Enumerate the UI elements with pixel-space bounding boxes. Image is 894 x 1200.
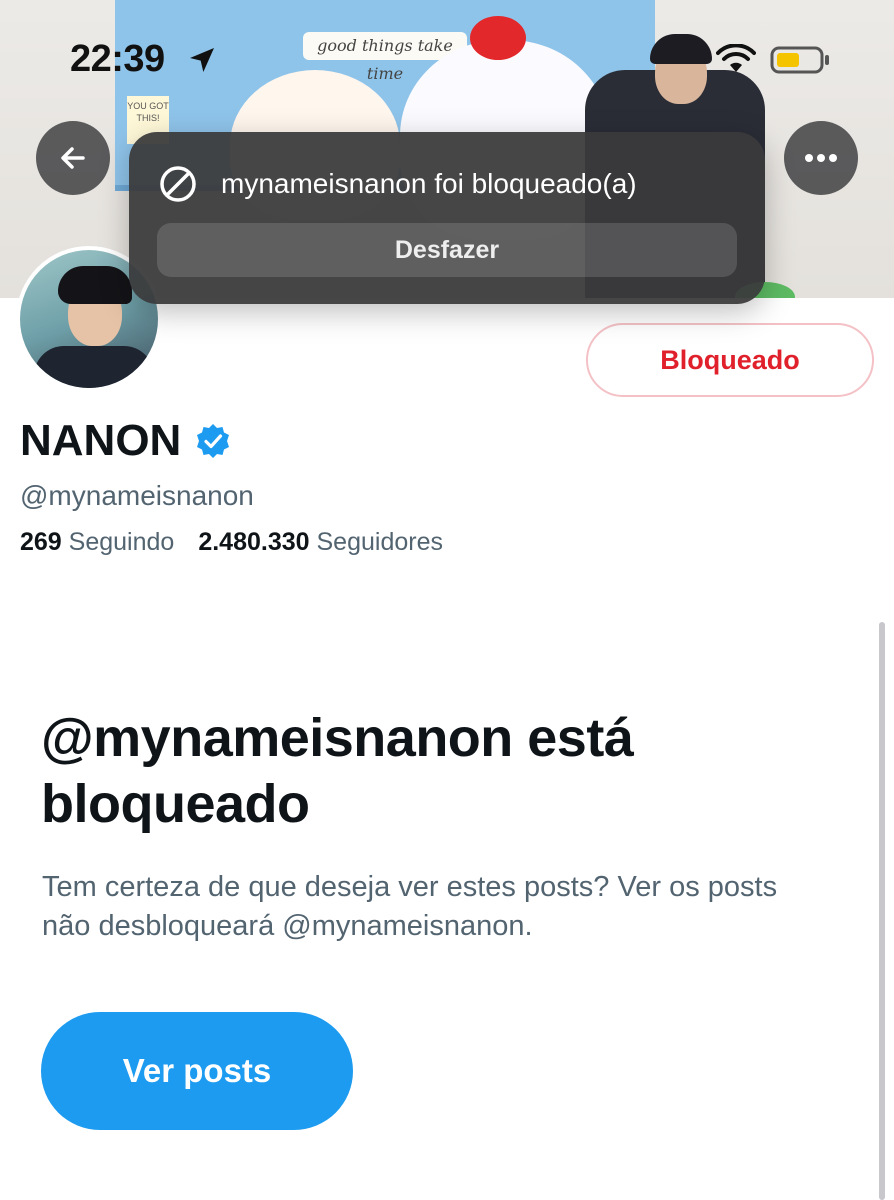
followers-count: 2.480.330 (198, 528, 310, 556)
wifi-icon (716, 44, 756, 72)
ellipsis-icon (805, 154, 837, 162)
blocked-circle-icon (160, 166, 196, 202)
following-label: Seguindo (68, 528, 175, 556)
avatar-body (34, 346, 154, 388)
followers-label: Seguidores (316, 528, 443, 556)
blocked-notice-description: Tem certeza de que deseja ver estes post… (42, 871, 778, 942)
display-name: NANON (20, 416, 231, 466)
following-link[interactable]: 269 Seguindo (20, 528, 174, 556)
following-count: 269 (20, 528, 62, 556)
display-name-text: NANON (20, 416, 182, 465)
followers-link[interactable]: 2.480.330 Seguidores (198, 528, 443, 556)
verified-badge-icon (197, 424, 230, 458)
blocked-toast: mynameisnanon foi bloqueado(a) Desfazer (129, 132, 765, 304)
undo-button[interactable]: Desfazer (157, 223, 737, 277)
arrow-left-icon (61, 147, 85, 169)
blocked-button[interactable]: Bloqueado (586, 323, 874, 397)
profile-handle: @mynameisnanon (20, 480, 254, 511)
status-bar: 22:39 (0, 0, 894, 110)
avatar-hair (58, 266, 132, 304)
location-arrow-icon (190, 48, 214, 72)
more-options-button[interactable] (784, 121, 858, 195)
view-posts-button[interactable]: Ver posts (41, 1012, 353, 1130)
profile-stats: 269 Seguindo 2.480.330 Seguidores (20, 528, 443, 557)
toast-message: mynameisnanon foi bloqueado(a) (221, 168, 637, 199)
blocked-notice-title: @mynameisnanon está bloqueado (41, 708, 634, 834)
scrollbar[interactable] (879, 622, 885, 1200)
battery-icon (770, 46, 829, 74)
back-button[interactable] (36, 121, 110, 195)
status-time: 22:39 (70, 38, 165, 80)
